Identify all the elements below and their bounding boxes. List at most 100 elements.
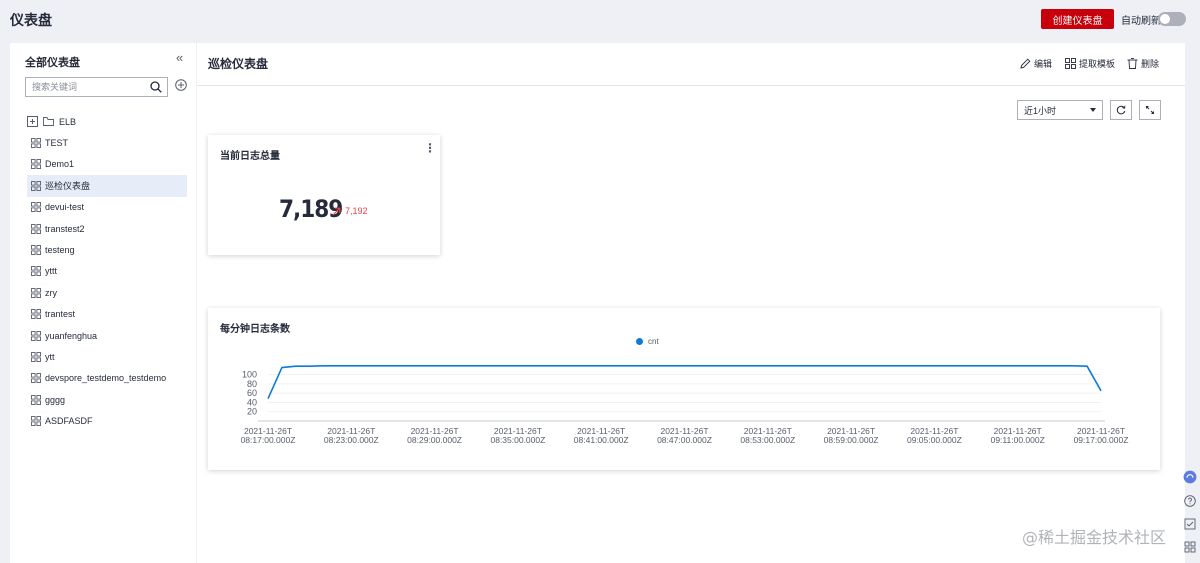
pencil-icon	[1020, 58, 1031, 69]
dashboard-grid-icon	[31, 352, 41, 362]
dashboard-list-item[interactable]: ASDFASDF	[27, 410, 187, 431]
kpi-compare-value: 7,192	[345, 206, 368, 216]
dashboard-grid-icon	[31, 245, 41, 255]
expand-arrows-icon	[1146, 106, 1154, 114]
x-tick-label: 09:05:00.000Z	[907, 435, 962, 445]
chevron-down-icon	[1090, 108, 1096, 112]
folder-label: ELB	[59, 116, 77, 127]
edit-label: 编辑	[1034, 59, 1053, 69]
refresh-icon	[1116, 105, 1126, 115]
y-tick-label: 80	[247, 379, 257, 389]
dashboard-list-label: testeng	[45, 245, 75, 256]
dashboard-list-item[interactable]: yttt	[27, 261, 187, 282]
edit-button[interactable]: 编辑	[1020, 57, 1052, 70]
dashboard-list-item[interactable]: trantest	[27, 304, 187, 325]
dashboard-main: 巡检仪表盘 编辑 提取模板 删除 近1小时 当前日志总量 ⋮ 7,189 7,1…	[197, 43, 1185, 563]
extract-template-button[interactable]: 提取模板	[1065, 57, 1115, 70]
line-chart-card: 每分钟日志条数 cnt 20 40 60 80 100 2021-11-26T 08:17:…	[208, 308, 1160, 470]
dashboard-list-item[interactable]: 巡检仪表盘	[27, 175, 187, 197]
dashboard-grid-icon	[31, 330, 41, 341]
dashboard-list-label: ytt	[45, 351, 55, 362]
dashboard-list-item[interactable]: yuanfenghua	[27, 325, 187, 346]
folder-icon	[43, 117, 54, 127]
dashboard-list-item[interactable]: ytt	[27, 346, 187, 367]
dashboard-list-item[interactable]: gggg	[27, 389, 187, 410]
x-tick-label: 08:47:00.000Z	[657, 435, 712, 445]
dashboard-list-item[interactable]: TEST	[27, 132, 187, 153]
auto-refresh-toggle[interactable]	[1158, 12, 1186, 26]
dashboard-grid-icon	[31, 223, 41, 234]
y-tick-label: 40	[247, 397, 257, 407]
dashboard-grid-icon	[31, 309, 41, 320]
more-icon[interactable]: ⋮	[424, 142, 436, 154]
dashboard-list-item[interactable]: devspore_testdemo_testdemo	[27, 368, 187, 389]
kpi-trend: 7,192	[332, 206, 368, 216]
series-line-cnt[interactable]	[267, 365, 1102, 400]
top-bar: 仪表盘 创建仪表盘 自动刷新	[0, 0, 1200, 40]
kpi-title: 当前日志总量	[220, 151, 280, 162]
dashboard-grid-icon	[31, 202, 41, 213]
folder-row-elb[interactable]: ELB	[27, 111, 187, 132]
dashboard-grid-icon	[31, 416, 41, 427]
page-title: 仪表盘	[10, 12, 52, 28]
dashboard-list-label: Demo1	[45, 159, 75, 170]
dashboard-list-item[interactable]: devui-test	[27, 197, 187, 218]
dashboard-list-label: ASDFASDF	[45, 416, 93, 427]
dashboard-list-label: trantest	[45, 309, 76, 320]
refresh-button[interactable]	[1110, 100, 1132, 120]
expand-icon[interactable]	[27, 116, 38, 128]
dashboard-list-label: transtest2	[45, 223, 85, 234]
dashboard-list-label: yttt	[45, 266, 58, 277]
dashboard-list-label: zry	[45, 287, 57, 298]
watermark: @稀土掘金技术社区	[1022, 528, 1167, 547]
dashboard-list-item[interactable]: transtest2	[27, 218, 187, 239]
search-box	[25, 77, 168, 97]
search-input[interactable]	[26, 78, 144, 96]
dashboard-sidebar: 全部仪表盘 « ELB TEST Demo1 巡检仪表盘 devui-test tran…	[10, 43, 196, 563]
x-tick-label: 08:17:00.000Z	[241, 435, 296, 445]
floating-tools	[1181, 470, 1199, 563]
dashboard-grid-icon	[31, 287, 41, 298]
delete-button[interactable]: 删除	[1127, 57, 1159, 70]
dashboard-grid-icon	[31, 159, 41, 170]
line-chart: 204060801002021-11-26T08:17:00.000Z2021-…	[241, 365, 1129, 445]
toggle-knob	[1160, 14, 1170, 24]
help-icon[interactable]	[1184, 495, 1196, 507]
add-circle-icon[interactable]	[175, 79, 187, 91]
customer-service-icon[interactable]	[1183, 470, 1197, 484]
x-tick-label: 09:17:00.000Z	[1074, 435, 1129, 445]
collapse-icon[interactable]: «	[176, 50, 183, 65]
x-tick-label: 09:11:00.000Z	[991, 435, 1045, 445]
trash-icon	[1127, 58, 1138, 69]
x-tick-label: 08:29:00.000Z	[407, 435, 462, 445]
feedback-icon[interactable]	[1184, 518, 1196, 530]
fullscreen-button[interactable]	[1139, 100, 1161, 120]
x-tick-label: 08:35:00.000Z	[490, 435, 545, 445]
dashboard-grid-icon	[31, 394, 41, 405]
sidebar-title: 全部仪表盘	[25, 57, 80, 69]
kpi-card: 当前日志总量 ⋮ 7,189 7,192	[208, 135, 440, 255]
time-range-select[interactable]: 近1小时	[1017, 100, 1103, 120]
dashboard-list-label: TEST	[45, 138, 69, 149]
y-tick-label: 20	[247, 407, 257, 417]
dashboard-list-item[interactable]: Demo1	[27, 154, 187, 175]
dashboard-list: TEST Demo1 巡检仪表盘 devui-test transtest2 testen…	[27, 132, 187, 431]
dashboard-list-label: gggg	[45, 394, 66, 405]
dashboard-title: 巡检仪表盘	[208, 57, 269, 71]
dashboard-list-label: devspore_testdemo_testdemo	[45, 373, 167, 384]
create-dashboard-button[interactable]: 创建仪表盘	[1041, 9, 1114, 29]
dashboard-list-item[interactable]: testeng	[27, 239, 187, 260]
dashboard-grid-icon	[31, 138, 41, 149]
x-tick-label: 08:53:00.000Z	[740, 435, 795, 445]
grid-apps-icon[interactable]	[1184, 541, 1196, 553]
dashboard-grid-icon	[31, 180, 41, 191]
time-range-value: 近1小时	[1024, 105, 1057, 116]
dashboard-grid-icon	[31, 373, 41, 384]
dashboard-list-label: yuanfenghua	[45, 330, 98, 341]
template-icon	[1065, 58, 1076, 69]
arrow-up-right-icon	[332, 207, 341, 215]
header-divider	[197, 85, 1185, 86]
x-tick-label: 08:59:00.000Z	[824, 435, 879, 445]
dashboard-list-item[interactable]: zry	[27, 282, 187, 303]
search-icon[interactable]	[150, 81, 162, 93]
